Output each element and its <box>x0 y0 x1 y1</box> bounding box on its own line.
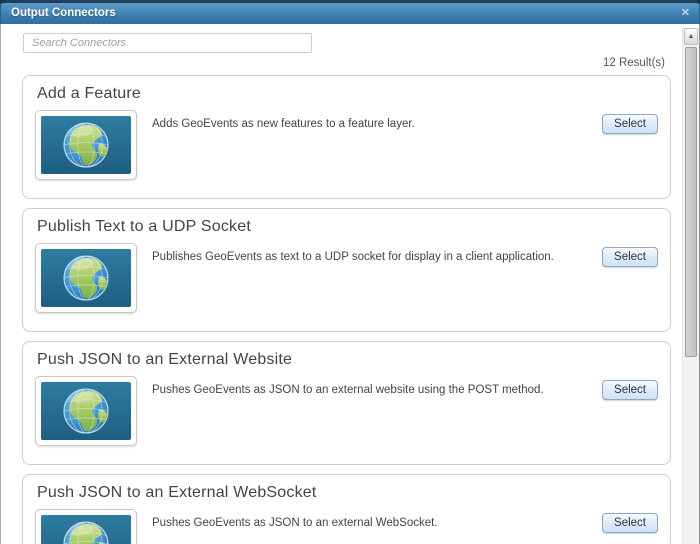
connector-description: Pushes GeoEvents as JSON to an external … <box>152 384 544 396</box>
close-icon[interactable]: ✕ <box>681 6 690 20</box>
select-button[interactable]: Select <box>602 114 658 134</box>
results-count: 12 Result(s) <box>603 57 665 69</box>
connector-row: Publishes GeoEvents as text to a UDP soc… <box>35 243 658 313</box>
connector-list: Add a Feature Adds GeoEvents as new feat… <box>22 75 671 544</box>
connector-title: Publish Text to a UDP Socket <box>37 218 252 235</box>
connector-title: Push JSON to an External WebSocket <box>37 484 317 501</box>
connector-row: Pushes GeoEvents as JSON to an external … <box>35 376 658 446</box>
connector-thumbnail <box>35 376 137 446</box>
globe-icon <box>41 382 131 440</box>
connector-title: Add a Feature <box>37 85 141 102</box>
connector-card: Push JSON to an External WebSocket Pushe… <box>22 474 671 544</box>
connector-card: Push JSON to an External Website Pushes … <box>22 341 671 465</box>
scroll-up-button[interactable]: ▲ <box>684 28 698 45</box>
select-button[interactable]: Select <box>602 380 658 400</box>
dialog-titlebar[interactable]: Output Connectors ✕ <box>0 0 700 24</box>
output-connectors-dialog: Output Connectors ✕ 12 Result(s) Add a F… <box>0 0 700 544</box>
search-input[interactable] <box>23 33 312 53</box>
connector-thumbnail <box>35 509 137 544</box>
connector-card: Publish Text to a UDP Socket Publishes G… <box>22 208 671 332</box>
scrollbar-thumb[interactable] <box>685 47 697 357</box>
select-button[interactable]: Select <box>602 247 658 267</box>
connector-description: Publishes GeoEvents as text to a UDP soc… <box>152 251 554 263</box>
connector-title: Push JSON to an External Website <box>37 351 293 368</box>
connector-thumbnail <box>35 110 137 180</box>
connector-description: Adds GeoEvents as new features to a feat… <box>152 118 415 130</box>
globe-icon <box>41 515 131 544</box>
connector-description: Pushes GeoEvents as JSON to an external … <box>152 517 438 529</box>
scrollbar[interactable]: ▲ <box>682 28 699 544</box>
scroll-up-arrow-icon: ▲ <box>687 33 695 40</box>
connector-thumbnail <box>35 243 137 313</box>
globe-icon <box>41 116 131 174</box>
connector-row: Pushes GeoEvents as JSON to an external … <box>35 509 658 544</box>
select-button[interactable]: Select <box>602 513 658 533</box>
globe-icon <box>41 249 131 307</box>
connector-card: Add a Feature Adds GeoEvents as new feat… <box>22 75 671 199</box>
dialog-content: 12 Result(s) Add a Feature <box>0 24 700 544</box>
dialog-title: Output Connectors <box>11 7 116 19</box>
connector-row: Adds GeoEvents as new features to a feat… <box>35 110 658 180</box>
